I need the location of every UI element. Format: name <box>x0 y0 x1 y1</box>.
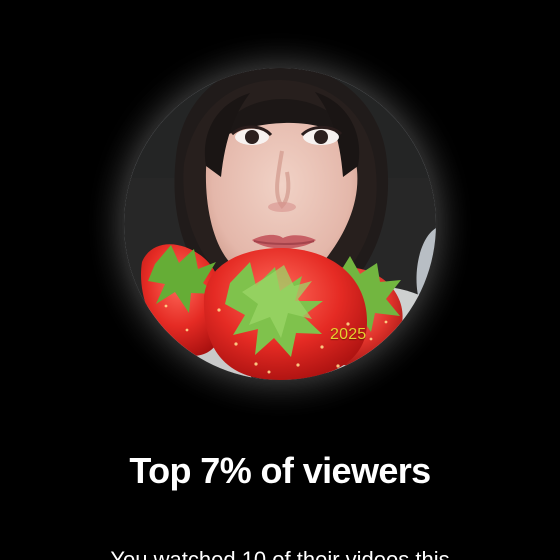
avatar: 2025 <box>124 68 436 380</box>
year-text: 2025 <box>330 326 367 343</box>
profile-photo-icon <box>124 68 436 380</box>
viewer-rank-subtitle: You watched 10 of their videos this <box>110 547 450 560</box>
viewer-rank-title: Top 7% of viewers <box>129 450 431 491</box>
